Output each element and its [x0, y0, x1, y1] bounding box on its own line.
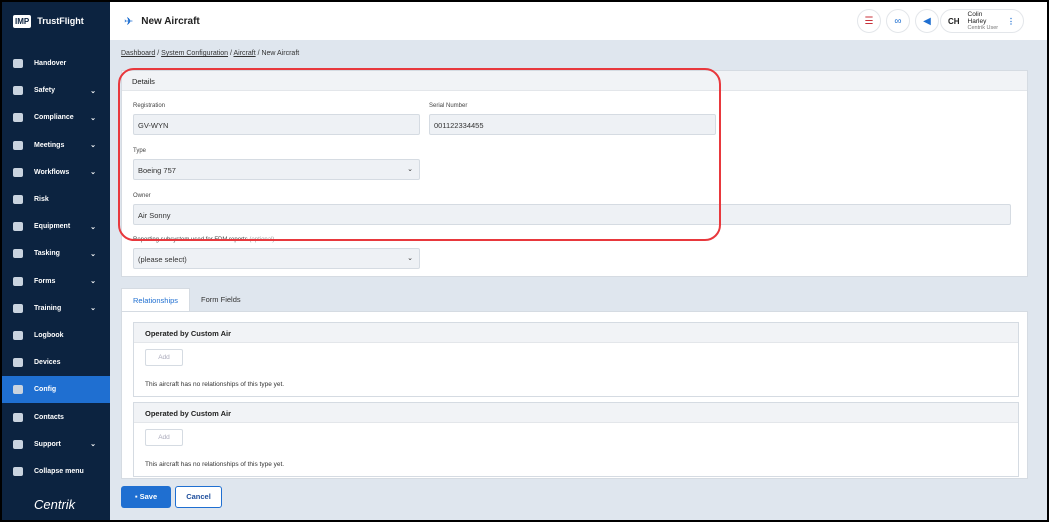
devices-icon — [13, 358, 23, 368]
relationship-section: Operated by Custom Air Add This aircraft… — [133, 322, 1019, 397]
sidebar-item-logbook[interactable]: Logbook — [2, 322, 110, 349]
sidebar-item-label: Training — [34, 304, 62, 312]
centrik-logo: Centrik — [34, 497, 76, 512]
more-icon[interactable]: ⋮ — [1007, 17, 1015, 26]
cancel-button[interactable]: Cancel — [175, 486, 222, 508]
sidebar-item-collapse-menu[interactable]: Collapse menu — [2, 458, 110, 485]
handover-icon — [13, 59, 23, 69]
logo[interactable]: IMP TrustFlight — [2, 2, 110, 40]
user-name: Colin Harley — [967, 11, 987, 25]
compliance-icon — [13, 113, 23, 123]
sidebar-item-compliance[interactable]: Compliance ⌄ — [2, 104, 110, 131]
user-role: Centrik User — [967, 25, 999, 31]
breadcrumb-system-configuration[interactable]: System Configuration — [161, 50, 228, 57]
tab-form-fields[interactable]: Form Fields — [190, 288, 252, 311]
sidebar-nav: Handover Safety ⌄ Compliance ⌄ Meetings ⌄ Workf… — [2, 50, 110, 485]
sidebar-item-label: Config — [34, 386, 57, 394]
sidebar-item-tasking[interactable]: Tasking ⌄ — [2, 240, 110, 267]
sidebar-item-label: Equipment — [34, 223, 71, 231]
relationship-title: Operated by Custom Air — [134, 323, 1018, 343]
training-icon — [13, 303, 23, 313]
sidebar-item-workflows[interactable]: Workflows ⌄ — [2, 159, 110, 186]
breadcrumb-dashboard[interactable]: Dashboard — [121, 50, 155, 57]
sidebar-item-meetings[interactable]: Meetings ⌄ — [2, 132, 110, 159]
chevron-down-icon: ⌄ — [90, 223, 96, 231]
reporting-value: (please select) — [138, 255, 187, 264]
relationships-panel: Operated by Custom Air Add This aircraft… — [121, 311, 1028, 479]
reporting-select[interactable]: (please select) ⌄ — [133, 248, 420, 269]
chevron-down-icon: ⌄ — [90, 250, 96, 258]
workflows-icon — [13, 167, 23, 177]
sidebar-item-equipment[interactable]: Equipment ⌄ — [2, 213, 110, 240]
contacts-icon — [13, 412, 23, 422]
sidebar-item-label: Forms — [34, 277, 56, 285]
database-icon[interactable]: ☰ — [857, 9, 881, 33]
chevron-down-icon: ⌄ — [90, 169, 96, 177]
config-icon — [13, 385, 23, 395]
empty-message: This aircraft has no relationships of th… — [145, 381, 285, 388]
megaphone-icon[interactable]: ◀ — [915, 9, 939, 33]
sidebar-item-label: Compliance — [34, 114, 74, 122]
relationship-section: Operated by Custom Air Add This aircraft… — [133, 402, 1019, 477]
sidebar-item-label: Meetings — [34, 141, 65, 149]
save-label: Save — [139, 492, 158, 501]
sidebar: IMP TrustFlight Handover Safety ⌄ Compliance… — [2, 2, 110, 520]
chevron-down-icon: ⌄ — [90, 441, 96, 449]
chevron-down-icon: ⌄ — [90, 278, 96, 286]
sidebar-item-safety[interactable]: Safety ⌄ — [2, 77, 110, 104]
add-button[interactable]: Add — [145, 349, 183, 366]
app-name: TrustFlight — [37, 16, 84, 26]
tasking-icon — [13, 249, 23, 259]
sidebar-item-forms[interactable]: Forms ⌄ — [2, 268, 110, 295]
breadcrumb-current: New Aircraft — [261, 50, 300, 57]
chevron-down-icon: ⌄ — [90, 87, 96, 95]
forms-icon — [13, 276, 23, 286]
tabs: Relationships Form Fields — [121, 288, 252, 311]
save-button[interactable]: ▪ Save — [121, 486, 171, 508]
breadcrumb-aircraft[interactable]: Aircraft — [233, 50, 255, 57]
sidebar-item-label: Safety — [34, 87, 56, 95]
collapse-menu-icon — [13, 466, 23, 476]
header: ✈ New Aircraft ☰ ∞ ◀ CH Colin Harley Cent… — [110, 2, 1047, 40]
breadcrumb: Dashboard / System Configuration / Aircr… — [121, 50, 300, 57]
sidebar-item-label: Workflows — [34, 168, 70, 176]
sidebar-item-config[interactable]: Config — [2, 376, 110, 404]
sidebar-item-label: Contacts — [34, 413, 64, 421]
avatar: CH — [947, 16, 960, 26]
meetings-icon — [13, 140, 23, 150]
chevron-down-icon: ⌄ — [407, 255, 413, 262]
sidebar-item-label: Handover — [34, 60, 67, 68]
sidebar-item-devices[interactable]: Devices — [2, 349, 110, 376]
chevron-down-icon: ⌄ — [90, 305, 96, 313]
sidebar-item-label: Logbook — [34, 331, 64, 339]
add-button[interactable]: Add — [145, 429, 183, 446]
tab-relationships[interactable]: Relationships — [121, 288, 191, 311]
sidebar-item-label: Risk — [34, 196, 49, 204]
sidebar-item-risk[interactable]: Risk — [2, 186, 110, 213]
sidebar-item-label: Collapse menu — [34, 467, 84, 475]
support-icon — [13, 439, 23, 449]
highlight-annotation — [118, 68, 721, 241]
sidebar-item-label: Tasking — [34, 250, 60, 258]
sidebar-item-label: Support — [34, 440, 61, 448]
equipment-icon — [13, 222, 23, 232]
risk-icon — [13, 195, 23, 205]
logbook-icon — [13, 330, 23, 340]
empty-message: This aircraft has no relationships of th… — [145, 461, 285, 468]
sidebar-item-handover[interactable]: Handover — [2, 50, 110, 77]
page-title: New Aircraft — [141, 15, 200, 27]
chevron-down-icon: ⌄ — [90, 114, 96, 122]
relationship-title: Operated by Custom Air — [134, 403, 1018, 423]
sidebar-item-training[interactable]: Training ⌄ — [2, 295, 110, 322]
sidebar-item-label: Devices — [34, 359, 61, 367]
chevron-down-icon: ⌄ — [90, 142, 96, 150]
user-menu[interactable]: CH Colin Harley Centrik User ⋮ — [940, 9, 1024, 33]
link-icon[interactable]: ∞ — [886, 9, 910, 33]
safety-icon — [13, 86, 23, 96]
aircraft-icon: ✈ — [124, 15, 134, 28]
logo-badge: IMP — [13, 14, 32, 28]
sidebar-item-contacts[interactable]: Contacts — [2, 403, 110, 430]
sidebar-item-support[interactable]: Support ⌄ — [2, 431, 110, 458]
